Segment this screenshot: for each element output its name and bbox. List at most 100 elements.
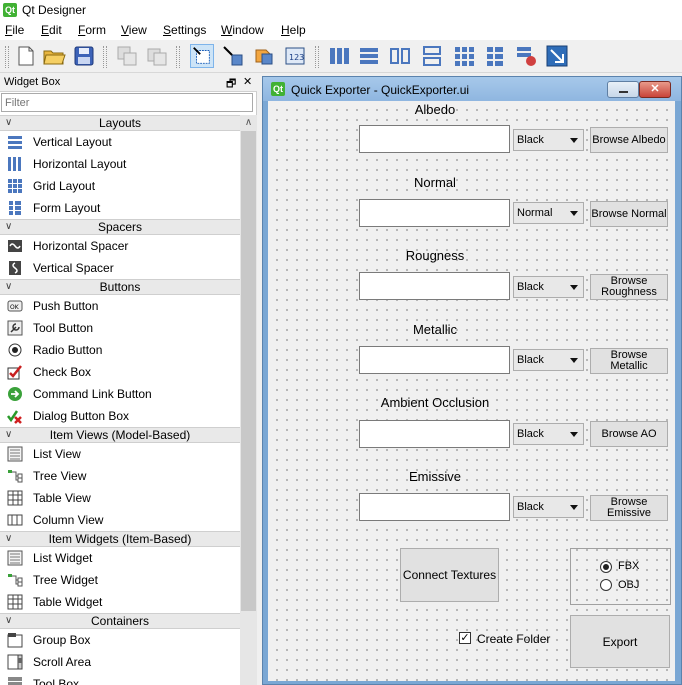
push-button-icon: OK bbox=[7, 300, 23, 312]
metallic-path-field[interactable] bbox=[359, 346, 510, 374]
command-link-icon bbox=[8, 387, 22, 401]
widget-horizontal-spacer[interactable]: Horizontal Spacer bbox=[0, 235, 240, 257]
svg-text:123: 123 bbox=[289, 53, 304, 62]
menu-view[interactable]: View bbox=[121, 23, 147, 37]
category-item-views[interactable]: ∨ Item Views (Model-Based) bbox=[0, 427, 240, 443]
form-layout-icon[interactable] bbox=[483, 44, 507, 68]
main-toolbar: 123 bbox=[0, 40, 682, 73]
new-file-icon[interactable] bbox=[14, 44, 38, 68]
obj-label: OBJ bbox=[618, 579, 640, 591]
normal-combo[interactable]: Normal bbox=[513, 202, 584, 224]
minimize-button[interactable] bbox=[607, 81, 639, 98]
menu-window[interactable]: Window bbox=[221, 23, 264, 37]
edit-buddies-icon[interactable] bbox=[252, 44, 276, 68]
widget-filter-input[interactable] bbox=[1, 93, 253, 112]
ao-combo[interactable]: Black bbox=[513, 423, 584, 445]
widget-push-button[interactable]: OK Push Button bbox=[0, 295, 240, 317]
edit-widgets-icon[interactable] bbox=[190, 44, 214, 68]
browse-metallic-button[interactable]: Browse Metallic bbox=[590, 348, 668, 374]
category-buttons[interactable]: ∨ Buttons bbox=[0, 279, 240, 295]
group-box-icon bbox=[7, 633, 23, 648]
widget-list: ∨ Layouts Vertical Layout Horizontal Layo… bbox=[0, 115, 240, 685]
browse-roughness-button[interactable]: Browse Roughness bbox=[590, 274, 668, 300]
menu-file[interactable]: File bbox=[5, 23, 24, 37]
menu-help[interactable]: Help bbox=[281, 23, 306, 37]
widget-table-view[interactable]: Table View bbox=[0, 487, 240, 509]
label-normal: Normal bbox=[414, 175, 456, 190]
menu-edit[interactable]: Edit bbox=[41, 23, 62, 37]
horizontal-splitter-icon[interactable] bbox=[388, 44, 412, 68]
category-spacers[interactable]: ∨ Spacers bbox=[0, 219, 240, 235]
roughness-path-field[interactable] bbox=[359, 272, 510, 300]
widget-tool-box[interactable]: Tool Box bbox=[0, 673, 240, 685]
albedo-combo[interactable]: Black bbox=[513, 129, 584, 151]
list-view-icon bbox=[7, 446, 23, 462]
scrollbar-thumb[interactable] bbox=[241, 131, 256, 611]
tree-view-icon bbox=[8, 470, 23, 483]
widget-form-layout[interactable]: Form Layout bbox=[0, 197, 240, 219]
close-panel-icon[interactable]: ✕ bbox=[243, 75, 252, 88]
emissive-combo[interactable]: Black bbox=[513, 496, 584, 518]
ao-path-field[interactable] bbox=[359, 420, 510, 448]
toolbar-handle[interactable] bbox=[5, 46, 9, 68]
category-containers[interactable]: ∨ Containers bbox=[0, 613, 240, 629]
copy-icon[interactable] bbox=[115, 44, 139, 68]
obj-radio[interactable] bbox=[600, 579, 612, 591]
widget-scroll-area[interactable]: Scroll Area bbox=[0, 651, 240, 673]
browse-normal-button[interactable]: Browse Normal bbox=[590, 201, 668, 227]
close-button[interactable]: ✕ bbox=[639, 81, 671, 98]
browse-ao-button[interactable]: Browse AO bbox=[590, 421, 668, 447]
save-icon[interactable] bbox=[72, 44, 96, 68]
widget-dialog-button-box[interactable]: Dialog Button Box bbox=[0, 405, 240, 427]
category-layouts[interactable]: ∨ Layouts bbox=[0, 115, 240, 131]
widget-vertical-spacer[interactable]: Vertical Spacer bbox=[0, 257, 240, 279]
browse-albedo-button[interactable]: Browse Albedo bbox=[590, 127, 668, 153]
albedo-path-field[interactable] bbox=[359, 125, 510, 153]
normal-path-field[interactable] bbox=[359, 199, 510, 227]
float-panel-icon[interactable]: 🗗 bbox=[226, 75, 236, 94]
metallic-combo[interactable]: Black bbox=[513, 349, 584, 371]
widget-box-scrollbar[interactable]: ∧ bbox=[240, 115, 257, 685]
widget-column-view[interactable]: Column View bbox=[0, 509, 240, 531]
adjust-size-icon[interactable] bbox=[545, 44, 569, 68]
widget-vertical-layout[interactable]: Vertical Layout bbox=[0, 131, 240, 153]
create-folder-checkbox[interactable]: ✓ bbox=[459, 632, 471, 644]
menu-settings[interactable]: Settings bbox=[163, 23, 206, 37]
widget-check-box[interactable]: Check Box bbox=[0, 361, 240, 383]
edit-tab-order-icon[interactable]: 123 bbox=[283, 44, 307, 68]
widget-radio-button[interactable]: Radio Button bbox=[0, 339, 240, 361]
open-folder-icon[interactable] bbox=[42, 44, 66, 68]
widget-tool-button[interactable]: Tool Button bbox=[0, 317, 240, 339]
browse-emissive-button[interactable]: Browse Emissive bbox=[590, 495, 668, 521]
form-title-bar[interactable]: Qt Quick Exporter - QuickExporter.ui ✕ bbox=[263, 77, 681, 101]
grid-layout-icon[interactable] bbox=[452, 44, 476, 68]
paste-icon[interactable] bbox=[145, 44, 169, 68]
widget-tree-view[interactable]: Tree View bbox=[0, 465, 240, 487]
category-item-widgets[interactable]: ∨ Item Widgets (Item-Based) bbox=[0, 531, 240, 547]
widget-command-link-button[interactable]: Command Link Button bbox=[0, 383, 240, 405]
connect-textures-button[interactable]: Connect Textures bbox=[400, 548, 499, 602]
break-layout-icon[interactable] bbox=[514, 44, 538, 68]
lay-out-horizontally-icon[interactable] bbox=[327, 44, 351, 68]
menu-form[interactable]: Form bbox=[78, 23, 106, 37]
widget-tree-widget[interactable]: Tree Widget bbox=[0, 569, 240, 591]
qt-logo-icon: Qt bbox=[271, 82, 285, 96]
vertical-splitter-icon[interactable] bbox=[420, 44, 444, 68]
widget-list-view[interactable]: List View bbox=[0, 443, 240, 465]
emissive-path-field[interactable] bbox=[359, 493, 510, 521]
widget-horizontal-layout[interactable]: Horizontal Layout bbox=[0, 153, 240, 175]
widget-table-widget[interactable]: Table Widget bbox=[0, 591, 240, 613]
form-layout-icon bbox=[9, 201, 21, 215]
export-button[interactable]: Export bbox=[570, 615, 670, 668]
fbx-radio[interactable] bbox=[600, 561, 612, 573]
roughness-combo[interactable]: Black bbox=[513, 276, 584, 298]
lay-out-vertically-icon[interactable] bbox=[357, 44, 381, 68]
widget-grid-layout[interactable]: Grid Layout bbox=[0, 175, 240, 197]
form-canvas[interactable]: Albedo Black Browse Albedo Normal Normal… bbox=[268, 101, 675, 681]
chevron-up-icon[interactable]: ∧ bbox=[240, 115, 257, 131]
edit-signals-slots-icon[interactable] bbox=[221, 44, 245, 68]
widget-group-box[interactable]: Group Box bbox=[0, 629, 240, 651]
widget-list-widget[interactable]: List Widget bbox=[0, 547, 240, 569]
svg-text:OK: OK bbox=[10, 304, 20, 311]
label-roughness: Rougness bbox=[405, 248, 465, 263]
